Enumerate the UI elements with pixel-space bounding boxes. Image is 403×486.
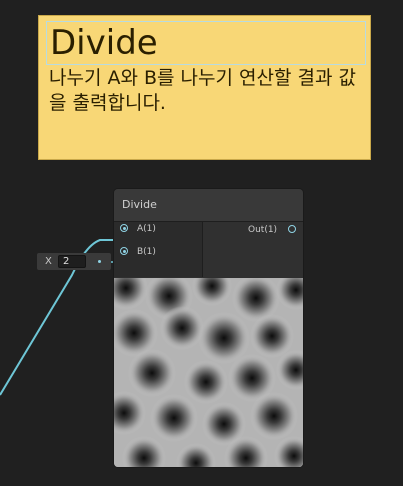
output-out-label: Out(1)	[248, 225, 278, 235]
sticky-note[interactable]: Divide 나누기 A와 B를 나누기 연산할 결과 값을 출력합니다.	[38, 15, 371, 160]
voronoi-preview-image	[114, 278, 303, 467]
output-out-port-icon[interactable]	[288, 225, 296, 233]
x-field-label: X	[45, 256, 52, 267]
input-b-port-icon[interactable]	[120, 247, 128, 255]
divide-node[interactable]: Divide A(1) B(1) Out(1)	[114, 189, 303, 467]
x-value-input[interactable]: 2	[58, 255, 86, 268]
sticky-note-title[interactable]: Divide	[46, 21, 366, 65]
input-b-label: B(1)	[137, 247, 156, 257]
input-a-port-icon[interactable]	[120, 224, 128, 232]
sticky-note-body[interactable]: 나누기 A와 B를 나누기 연산할 결과 값을 출력합니다.	[49, 66, 367, 116]
output-out[interactable]: Out(1)	[248, 223, 303, 237]
node-outputs: Out(1)	[203, 222, 303, 277]
x-input-field[interactable]: X 2	[37, 253, 111, 270]
input-a-label: A(1)	[137, 224, 156, 234]
node-title[interactable]: Divide	[114, 189, 303, 222]
x-field-output-port[interactable]	[98, 260, 101, 263]
node-inputs: A(1) B(1)	[114, 222, 203, 277]
node-preview	[114, 278, 303, 467]
